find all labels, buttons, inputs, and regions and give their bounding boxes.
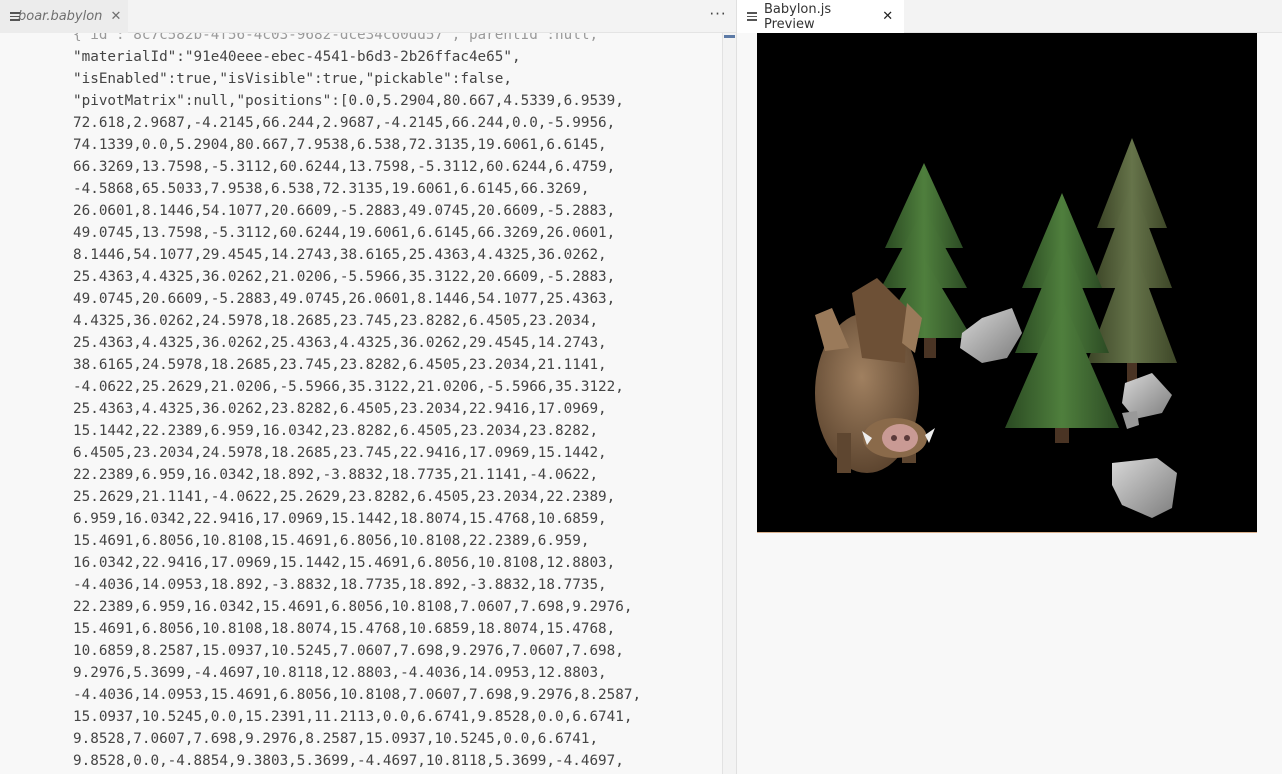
- code-line[interactable]: 10.6859,8.2587,15.0937,10.5245,7.0607,7.…: [73, 640, 641, 662]
- tab-babylon-preview[interactable]: Babylon.js Preview ✕: [737, 0, 904, 33]
- code-line[interactable]: 26.0601,8.1446,54.1077,20.6609,-5.2883,4…: [73, 200, 641, 222]
- editor-tab-bar: boar.babylon ✕ ···: [0, 0, 737, 33]
- code-line[interactable]: "materialId":"91e40eee-ebec-4541-b6d3-2b…: [73, 46, 641, 68]
- code-line[interactable]: 49.0745,20.6609,-5.2883,49.0745,26.0601,…: [73, 288, 641, 310]
- tab-label: Babylon.js Preview: [763, 1, 832, 32]
- code-line[interactable]: 25.4363,4.4325,36.0262,25.4363,4.4325,36…: [73, 332, 641, 354]
- code-line[interactable]: 25.4363,4.4325,36.0262,23.8282,6.4505,23…: [73, 398, 641, 420]
- code-line[interactable]: -4.0622,25.2629,21.0206,-5.5966,35.3122,…: [73, 376, 641, 398]
- rock-left: [960, 308, 1022, 363]
- code-line[interactable]: 38.6165,24.5978,18.2685,23.745,23.8282,6…: [73, 354, 641, 376]
- code-line[interactable]: 72.618,2.9687,-4.2145,66.244,2.9687,-4.2…: [73, 112, 641, 134]
- app-window: boar.babylon ✕ ··· {"id":"8c7c582b-4f56-…: [0, 0, 1282, 774]
- tab-boar-babylon[interactable]: boar.babylon ✕: [0, 0, 128, 33]
- scene-render: [815, 138, 1177, 518]
- code-line[interactable]: 15.1442,22.2389,6.959,16.0342,23.8282,6.…: [73, 420, 641, 442]
- code-line[interactable]: 9.8528,7.0607,7.698,9.2976,8.2587,15.093…: [73, 728, 641, 750]
- close-icon[interactable]: ✕: [881, 9, 894, 24]
- code-line[interactable]: 6.4505,23.2034,24.5978,18.2685,23.745,22…: [73, 442, 641, 464]
- vertical-scrollbar[interactable]: [722, 33, 737, 774]
- code-line[interactable]: 22.2389,6.959,16.0342,18.892,-3.8832,18.…: [73, 464, 641, 486]
- menu-icon: [747, 12, 757, 21]
- code-line[interactable]: 15.0937,10.5245,0.0,15.2391,11.2113,0.0,…: [73, 706, 641, 728]
- tab-label: boar.babylon: [18, 9, 103, 24]
- code-line[interactable]: 9.2976,5.3699,-4.4697,10.8118,12.8803,-4…: [73, 662, 641, 684]
- more-actions-button[interactable]: ···: [709, 7, 727, 25]
- code-line[interactable]: 49.0745,13.7598,-5.3112,60.6244,19.6061,…: [73, 222, 641, 244]
- pine-tree-middle: [1005, 193, 1119, 443]
- babylon-render-canvas[interactable]: [757, 33, 1257, 533]
- code-line[interactable]: -4.4036,14.0953,15.4691,6.8056,10.8108,7…: [73, 684, 641, 706]
- scroll-position-marker: [724, 35, 735, 38]
- preview-pane: Babylon.js Preview ✕: [737, 0, 1282, 774]
- code-line[interactable]: 74.1339,0.0,5.2904,80.667,7.9538,6.538,7…: [73, 134, 641, 156]
- code-line[interactable]: -4.4036,14.0953,18.892,-3.8832,18.7735,1…: [73, 574, 641, 596]
- code-line[interactable]: 9.8528,0.0,-4.8854,9.3803,5.3699,-4.4697…: [73, 750, 641, 772]
- rock-front: [1112, 458, 1177, 518]
- close-icon[interactable]: ✕: [110, 9, 121, 24]
- code-line[interactable]: "pivotMatrix":null,"positions":[0.0,5.29…: [73, 90, 641, 112]
- rock-right: [1122, 373, 1172, 429]
- code-line[interactable]: 66.3269,13.7598,-5.3112,60.6244,13.7598,…: [73, 156, 641, 178]
- code-line[interactable]: "isEnabled":true,"isVisible":true,"picka…: [73, 68, 641, 90]
- code-line[interactable]: {"id":"8c7c582b-4f56-4c03-9682-dce34c60d…: [73, 33, 641, 46]
- code-line[interactable]: 15.4691,6.8056,10.8108,18.8074,15.4768,1…: [73, 618, 641, 640]
- code-content[interactable]: {"id":"8c7c582b-4f56-4c03-9682-dce34c60d…: [73, 33, 641, 772]
- code-editor[interactable]: {"id":"8c7c582b-4f56-4c03-9682-dce34c60d…: [0, 33, 722, 774]
- code-line[interactable]: 16.0342,22.9416,17.0969,15.1442,15.4691,…: [73, 552, 641, 574]
- code-line[interactable]: -4.5868,65.5033,7.9538,6.538,72.3135,19.…: [73, 178, 641, 200]
- code-line[interactable]: 22.2389,6.959,16.0342,15.4691,6.8056,10.…: [73, 596, 641, 618]
- preview-tab-bar: Babylon.js Preview ✕: [737, 0, 1282, 33]
- editor-pane: boar.babylon ✕ ··· {"id":"8c7c582b-4f56-…: [0, 0, 737, 774]
- code-line[interactable]: 6.959,16.0342,22.9416,17.0969,15.1442,18…: [73, 508, 641, 530]
- code-line[interactable]: 15.4691,6.8056,10.8108,15.4691,6.8056,10…: [73, 530, 641, 552]
- code-line[interactable]: 8.1446,54.1077,29.4545,14.2743,38.6165,2…: [73, 244, 641, 266]
- code-line[interactable]: 4.4325,36.0262,24.5978,18.2685,23.745,23…: [73, 310, 641, 332]
- code-line[interactable]: 25.2629,21.1141,-4.0622,25.2629,23.8282,…: [73, 486, 641, 508]
- code-line[interactable]: 25.4363,4.4325,36.0262,21.0206,-5.5966,3…: [73, 266, 641, 288]
